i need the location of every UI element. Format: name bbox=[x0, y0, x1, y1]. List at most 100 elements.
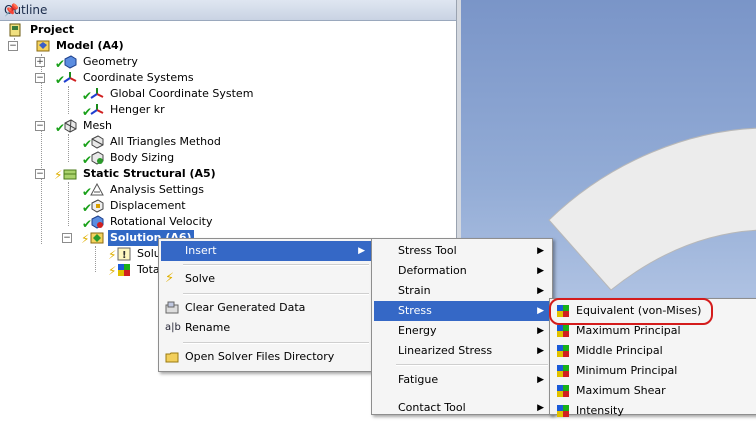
rename-icon: a|b bbox=[165, 322, 181, 333]
submenu-arrow-icon: ▶ bbox=[537, 306, 544, 316]
stress-result-icon bbox=[557, 325, 569, 337]
menu-item-label: Minimum Principal bbox=[576, 364, 678, 377]
submenu-arrow-icon: ▶ bbox=[537, 403, 544, 413]
menu-item-fatigue[interactable]: Fatigue ▶ bbox=[374, 370, 550, 390]
submenu-arrow-icon: ▶ bbox=[537, 346, 544, 356]
lightning-icon: ⚡ bbox=[108, 264, 117, 278]
menu-item-middle-principal[interactable]: Middle Principal bbox=[552, 341, 756, 361]
coordinate-system-icon bbox=[90, 88, 104, 99]
lightning-icon: ⚡ bbox=[165, 271, 175, 286]
eraser-icon bbox=[165, 301, 179, 314]
submenu-arrow-icon: ▶ bbox=[537, 286, 544, 296]
pin-icon[interactable]: 📌 bbox=[4, 3, 450, 17]
menu-item-label: Strain bbox=[398, 284, 431, 297]
menu-item-label: Clear Generated Data bbox=[185, 301, 306, 314]
collapse-icon[interactable]: − bbox=[35, 73, 45, 83]
menu-item-open-solver-files-directory[interactable]: Open Solver Files Directory bbox=[161, 347, 371, 367]
tree-label: Mesh bbox=[83, 119, 112, 132]
menu-item-label: Solve bbox=[185, 272, 216, 285]
stress-result-icon bbox=[557, 405, 569, 417]
menu-item-deformation[interactable]: Deformation ▶ bbox=[374, 261, 550, 281]
mesh-icon bbox=[64, 119, 77, 133]
menu-item-contact-tool[interactable]: Contact Tool ▶ bbox=[374, 398, 550, 418]
menu-item-clear-generated-data[interactable]: Clear Generated Data bbox=[161, 298, 371, 318]
menu-item-label: Fatigue bbox=[398, 373, 439, 386]
sizing-icon bbox=[91, 151, 104, 165]
submenu-arrow-icon: ▶ bbox=[537, 375, 544, 385]
tree-label: Tota bbox=[137, 263, 160, 276]
lightning-icon: ⚡ bbox=[54, 168, 63, 182]
stress-result-icon bbox=[557, 345, 569, 357]
tree-line bbox=[95, 246, 96, 272]
expand-icon[interactable]: + bbox=[35, 57, 45, 67]
tree-label: Displacement bbox=[110, 199, 186, 212]
menu-item-label: Energy bbox=[398, 324, 437, 337]
stress-result-icon bbox=[557, 385, 569, 397]
menu-item-stress[interactable]: Stress ▶ bbox=[374, 301, 550, 321]
menu-item-label: Open Solver Files Directory bbox=[185, 350, 335, 363]
menu-item-energy[interactable]: Energy ▶ bbox=[374, 321, 550, 341]
tree-label: Coordinate Systems bbox=[83, 71, 194, 84]
rotational-velocity-icon bbox=[91, 215, 104, 229]
menu-item-label: Linearized Stress bbox=[398, 344, 493, 357]
menu-item-label: Maximum Shear bbox=[576, 384, 666, 397]
geometry-icon bbox=[64, 55, 77, 69]
outline-title-bar: Outline 📌 bbox=[0, 0, 456, 21]
menu-separator bbox=[183, 342, 369, 344]
project-icon bbox=[9, 23, 21, 37]
displacement-icon bbox=[91, 199, 104, 213]
menu-item-maximum-shear[interactable]: Maximum Shear bbox=[552, 381, 756, 401]
coordinate-system-icon bbox=[63, 72, 77, 83]
menu-item-insert[interactable]: Insert ▶ bbox=[161, 241, 371, 261]
menu-item-strain[interactable]: Strain ▶ bbox=[374, 281, 550, 301]
tree-label: Global Coordinate System bbox=[110, 87, 254, 100]
analysis-settings-icon bbox=[90, 183, 104, 196]
menu-item-label: Deformation bbox=[398, 264, 467, 277]
collapse-icon[interactable]: − bbox=[35, 169, 45, 179]
svg-text:!: ! bbox=[122, 250, 127, 261]
model-icon bbox=[36, 40, 50, 52]
submenu-arrow-icon: ▶ bbox=[537, 266, 544, 276]
mesh-method-icon bbox=[91, 135, 104, 149]
lightning-icon: ⚡ bbox=[108, 248, 117, 262]
tree-label: Project bbox=[30, 23, 75, 36]
solution-information-icon: ! bbox=[117, 247, 131, 261]
menu-item-minimum-principal[interactable]: Minimum Principal bbox=[552, 361, 756, 381]
menu-item-rename[interactable]: a|b Rename bbox=[161, 318, 371, 338]
menu-item-label: Contact Tool bbox=[398, 401, 466, 414]
menu-item-label: Intensity bbox=[576, 404, 624, 417]
submenu-arrow-icon: ▶ bbox=[537, 246, 544, 256]
menu-item-label: Stress bbox=[398, 304, 432, 317]
insert-submenu: Stress Tool ▶ Deformation ▶ Strain ▶ Str… bbox=[371, 238, 553, 415]
context-menu: Insert ▶ ⚡ Solve Clear Generated Data a|… bbox=[158, 238, 374, 372]
static-structural-icon bbox=[63, 169, 77, 180]
tree-label: Analysis Settings bbox=[110, 183, 204, 196]
menu-separator bbox=[183, 264, 369, 266]
submenu-arrow-icon: ▶ bbox=[358, 246, 365, 256]
menu-item-label: Stress Tool bbox=[398, 244, 457, 257]
tree-line bbox=[68, 134, 69, 162]
tree-line bbox=[68, 182, 69, 226]
menu-item-label: Rename bbox=[185, 321, 231, 334]
menu-separator bbox=[183, 293, 369, 295]
menu-item-linearized-stress[interactable]: Linearized Stress ▶ bbox=[374, 341, 550, 361]
tree-label: Rotational Velocity bbox=[110, 215, 213, 228]
collapse-icon[interactable]: − bbox=[8, 41, 18, 51]
menu-item-solve[interactable]: ⚡ Solve bbox=[161, 269, 371, 289]
solution-icon bbox=[90, 232, 104, 244]
collapse-icon[interactable]: − bbox=[35, 121, 45, 131]
menu-item-stress-tool[interactable]: Stress Tool ▶ bbox=[374, 241, 550, 261]
menu-separator bbox=[396, 364, 548, 366]
tree-label: Static Structural (A5) bbox=[83, 167, 216, 180]
result-contour-icon bbox=[118, 264, 130, 276]
collapse-icon[interactable]: − bbox=[62, 233, 72, 243]
stress-result-icon bbox=[557, 365, 569, 377]
highlight-annotation-ring bbox=[549, 298, 713, 325]
coordinate-system-icon bbox=[90, 104, 104, 115]
tree-label: All Triangles Method bbox=[110, 135, 221, 148]
tree-line bbox=[68, 86, 69, 114]
menu-item-intensity[interactable]: Intensity bbox=[552, 401, 756, 421]
tree-label: Geometry bbox=[83, 55, 138, 68]
menu-item-label: Insert bbox=[185, 244, 217, 257]
submenu-arrow-icon: ▶ bbox=[537, 326, 544, 336]
